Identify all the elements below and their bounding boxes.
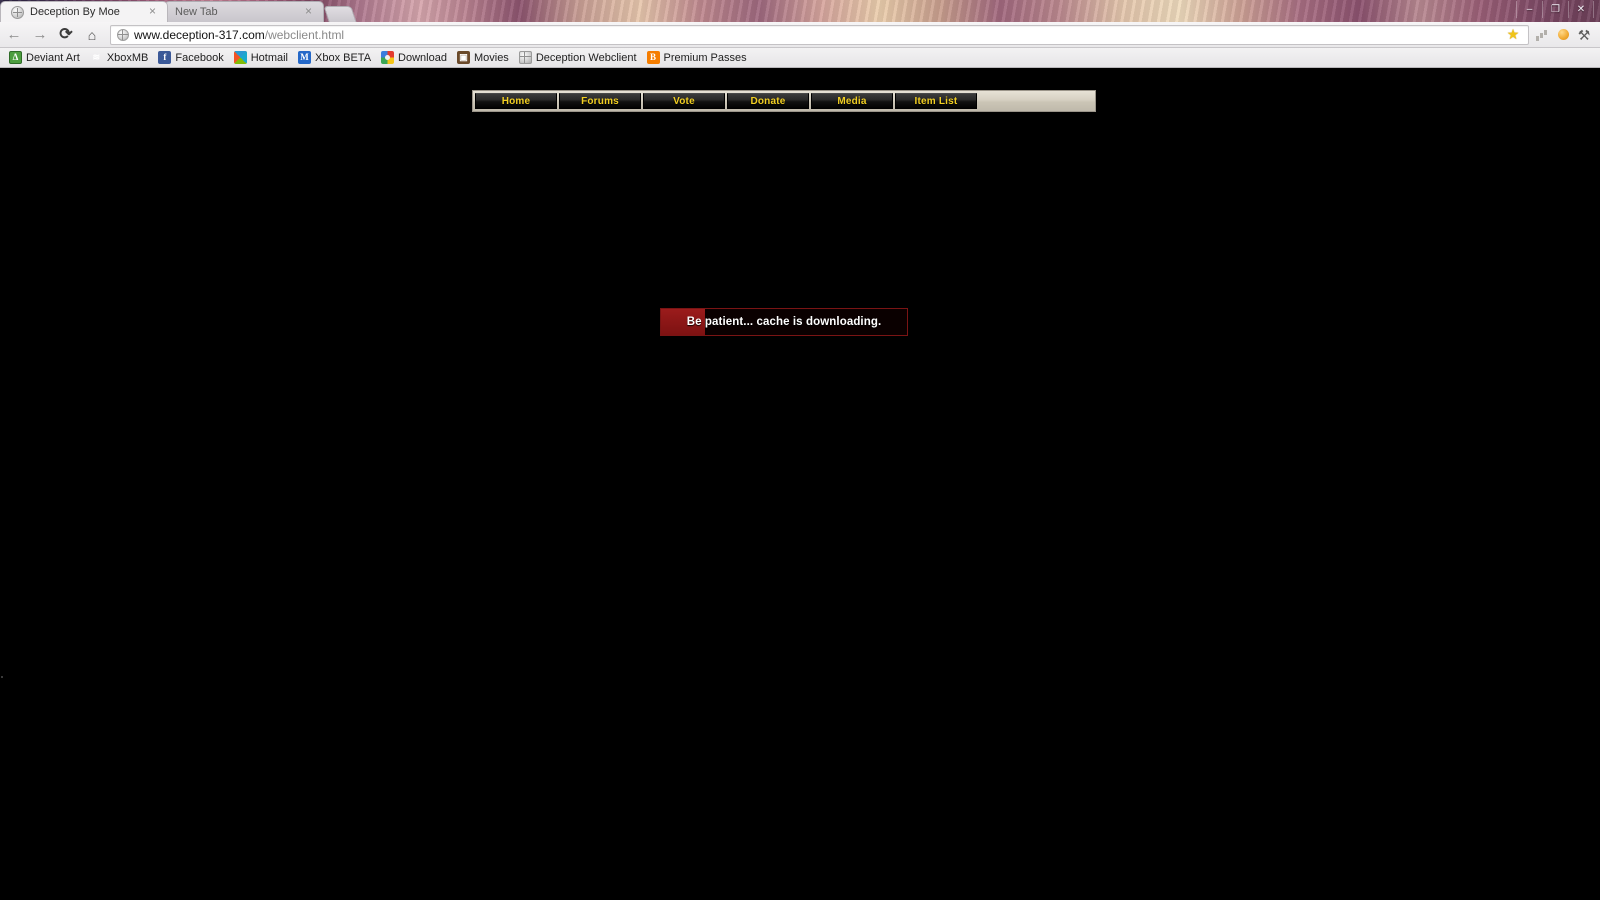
xboxmb-icon: ≋ — [92, 52, 101, 62]
tab-title: New Tab — [175, 6, 218, 18]
nav-item-vote[interactable]: Vote — [643, 93, 725, 109]
tab-title: Deception By Moe — [30, 6, 120, 18]
tab-strip: Deception By Moe × New Tab × — [0, 0, 357, 22]
bookmark-hotmail[interactable]: Hotmail — [229, 49, 293, 66]
nav-item-donate[interactable]: Donate — [727, 93, 809, 109]
site-navigation-bar: Home Forums Vote Donate Media Item List — [472, 90, 1096, 112]
restore-button[interactable]: ❐ — [1542, 1, 1568, 18]
bookmark-label: Deception Webclient — [535, 51, 637, 64]
bookmark-download[interactable]: Download — [376, 49, 452, 66]
window-controls: – ❐ ✕ — [1516, 1, 1594, 18]
bookmark-label: Facebook — [175, 51, 224, 64]
download-icon — [381, 51, 395, 64]
bookmark-premium-passes[interactable]: B Premium Passes — [642, 49, 752, 66]
bookmark-label: XboxMB — [106, 51, 149, 64]
bookmark-star-icon[interactable]: ★ — [1506, 27, 1520, 42]
bookmark-label: Hotmail — [250, 51, 288, 64]
orange-dot-icon[interactable] — [1558, 29, 1569, 40]
facebook-icon: f — [158, 51, 172, 64]
page-content: Home Forums Vote Donate Media Item List … — [0, 69, 1600, 900]
signal-bars-icon[interactable] — [1535, 27, 1551, 43]
globe-icon — [117, 28, 129, 41]
url-host: www.deception-317.com — [134, 27, 265, 42]
tab-close-icon[interactable]: × — [302, 5, 315, 19]
cache-loading-text: Be patient... cache is downloading. — [686, 316, 882, 328]
bookmark-label: Deviant Art — [26, 51, 80, 64]
globe-icon — [518, 51, 532, 64]
browser-toolbar: ← → ⟳ ⌂ www.deception-317.com/webclient.… — [0, 22, 1600, 48]
bookmark-label: Download — [398, 51, 447, 64]
browser-window: Deception By Moe × New Tab × – ❐ ✕ ← → ⟳… — [0, 0, 1600, 900]
nav-item-forums[interactable]: Forums — [559, 93, 641, 109]
nav-item-home[interactable]: Home — [475, 93, 557, 109]
tab-new-tab[interactable]: New Tab × — [164, 1, 324, 22]
tab-deception-by-moe[interactable]: Deception By Moe × — [0, 1, 168, 22]
toolbar-extensions: ⚒ — [1535, 26, 1592, 43]
bookmark-deviant-art[interactable]: Δ Deviant Art — [4, 49, 85, 66]
wrench-menu-icon[interactable]: ⚒ — [1576, 27, 1592, 43]
tab-close-icon[interactable]: × — [146, 5, 159, 19]
url-path: /webclient.html — [264, 27, 345, 42]
reload-button[interactable]: ⟳ — [54, 23, 78, 47]
globe-icon — [11, 5, 24, 19]
minimize-button[interactable]: – — [1516, 1, 1542, 18]
address-bar[interactable]: www.deception-317.com/webclient.html ★ — [110, 24, 1529, 45]
home-button[interactable]: ⌂ — [80, 23, 104, 47]
xbox-icon: M — [298, 51, 311, 64]
bookmark-facebook[interactable]: f Facebook — [153, 49, 228, 66]
cache-loading-bar: Be patient... cache is downloading. — [660, 308, 908, 336]
nav-empty-space — [979, 93, 1093, 109]
forward-button[interactable]: → — [28, 23, 52, 47]
bookmarks-bar: Δ Deviant Art ≋ XboxMB f Facebook Hotmai… — [0, 48, 1600, 68]
bookmark-xboxmb[interactable]: ≋ XboxMB — [85, 49, 154, 66]
close-button[interactable]: ✕ — [1568, 1, 1594, 18]
bookmark-deception-webclient[interactable]: Deception Webclient — [514, 49, 642, 66]
new-tab-button[interactable] — [323, 6, 357, 22]
hotmail-icon — [233, 51, 247, 64]
stray-pixel-artifact — [1, 676, 3, 678]
bookmark-label: Movies — [473, 51, 509, 64]
bookmark-label: Premium Passes — [663, 51, 747, 64]
bookmark-label: Xbox BETA — [315, 51, 372, 64]
movies-icon: ▣ — [456, 51, 470, 64]
nav-item-item-list[interactable]: Item List — [895, 93, 977, 109]
blogger-icon: B — [646, 51, 660, 64]
back-button[interactable]: ← — [2, 23, 26, 47]
bookmark-xbox-beta[interactable]: M Xbox BETA — [293, 49, 376, 66]
nav-item-media[interactable]: Media — [811, 93, 893, 109]
deviantart-icon: Δ — [9, 51, 22, 64]
bookmark-movies[interactable]: ▣ Movies — [452, 49, 514, 66]
